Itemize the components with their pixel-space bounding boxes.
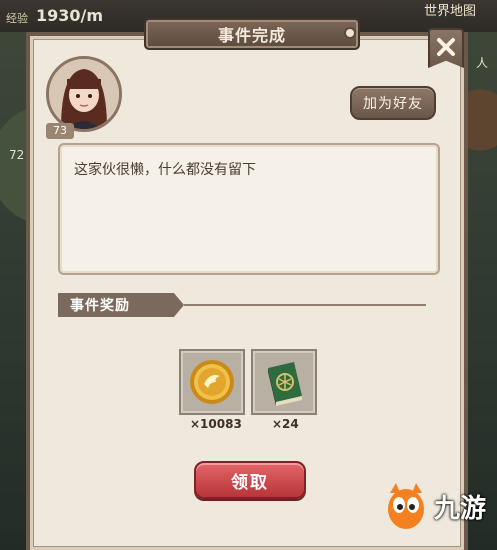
watermark-text: 九游 [434, 493, 487, 524]
site-watermark: 九游 [384, 476, 496, 536]
title-bolt-right [344, 27, 356, 39]
green-book-icon [268, 362, 302, 406]
side-person-label: 人 [476, 56, 489, 70]
speed-readout: 1930/m [36, 6, 104, 25]
gold-coin-icon [190, 360, 234, 404]
reward-divider [184, 304, 426, 306]
reward-qty-book: ×24 [272, 417, 299, 431]
exp-label: 经验 [6, 12, 28, 25]
reward-item-coin[interactable] [179, 349, 245, 415]
reward-section-header: 事件奖励 [58, 293, 184, 317]
reward-item-book[interactable] [251, 349, 317, 415]
reward-header-label: 事件奖励 [70, 298, 130, 314]
player-avatar[interactable] [46, 56, 122, 132]
dialog-title-plate: 事件完成 [144, 18, 360, 50]
side-counter: 72 [9, 148, 25, 162]
mascot-logo-icon [388, 483, 424, 529]
world-map-button[interactable]: 世界地图 [424, 0, 476, 19]
level-badge: 73 [46, 123, 74, 139]
reward-qty-coin: ×10083 [190, 417, 242, 431]
character-portrait-icon [49, 59, 119, 129]
message-box: 这家伙很懒，什么都没有留下 [58, 143, 440, 275]
dialog-title: 事件完成 [217, 26, 286, 45]
close-icon [437, 38, 455, 56]
add-friend-button[interactable]: 加为好友 [350, 86, 436, 120]
claim-button[interactable]: 领取 [194, 461, 306, 499]
player-message: 这家伙很懒，什么都没有留下 [74, 162, 256, 178]
